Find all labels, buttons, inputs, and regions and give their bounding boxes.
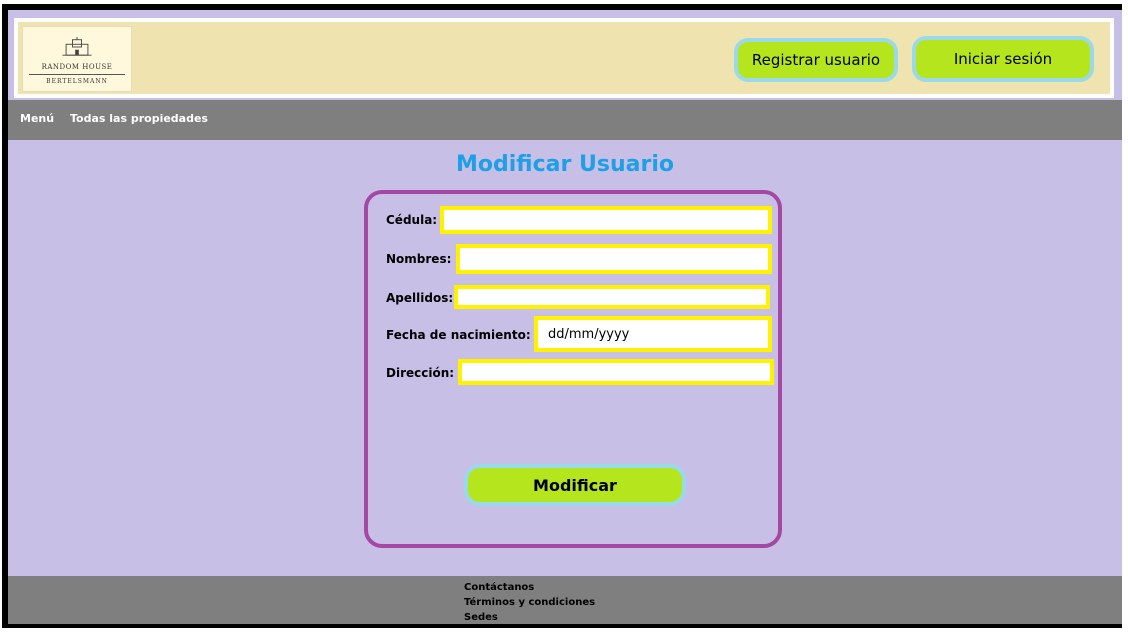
header-bar: RANDOM HOUSE BERTELSMANN Registrar usuar… xyxy=(18,22,1110,94)
direccion-input[interactable] xyxy=(458,359,774,385)
birthdate-label: Fecha de nacimiento: xyxy=(386,328,531,342)
cedula-input[interactable] xyxy=(440,206,772,234)
footer-link-terms[interactable]: Términos y condiciones xyxy=(464,597,595,608)
nav-item-menu[interactable]: Menú xyxy=(20,112,54,125)
apellidos-label: Apellidos: xyxy=(386,291,454,305)
nav-item-all-properties[interactable]: Todas las propiedades xyxy=(70,112,208,125)
modify-user-form: Cédula: Nombres: Apellidos: Fecha de nac… xyxy=(364,190,782,548)
header: RANDOM HOUSE BERTELSMANN Registrar usuar… xyxy=(14,18,1114,98)
direccion-label: Dirección: xyxy=(386,366,455,380)
cedula-label: Cédula: xyxy=(386,213,438,227)
nombres-input[interactable] xyxy=(456,244,772,274)
birthdate-input[interactable] xyxy=(534,316,772,352)
register-user-button[interactable]: Registrar usuario xyxy=(734,38,898,82)
footer: Contáctanos Términos y condiciones Sedes xyxy=(8,576,1122,624)
logo-text-top: RANDOM HOUSE xyxy=(29,63,125,75)
nombres-label: Nombres: xyxy=(386,252,452,266)
logo-text-bottom: BERTELSMANN xyxy=(46,78,108,85)
nav-bar: Menú Todas las propiedades xyxy=(8,100,1122,140)
castle-logo-icon xyxy=(62,37,92,56)
page-canvas: RANDOM HOUSE BERTELSMANN Registrar usuar… xyxy=(8,10,1122,624)
footer-link-locations[interactable]: Sedes xyxy=(464,612,498,623)
login-button[interactable]: Iniciar sesión xyxy=(912,36,1094,82)
footer-link-contact[interactable]: Contáctanos xyxy=(464,582,534,593)
modify-button[interactable]: Modificar xyxy=(464,464,686,506)
page-title: Modificar Usuario xyxy=(456,152,674,177)
window-frame: RANDOM HOUSE BERTELSMANN Registrar usuar… xyxy=(2,4,1122,628)
brand-logo[interactable]: RANDOM HOUSE BERTELSMANN xyxy=(22,26,132,92)
apellidos-input[interactable] xyxy=(454,285,770,309)
